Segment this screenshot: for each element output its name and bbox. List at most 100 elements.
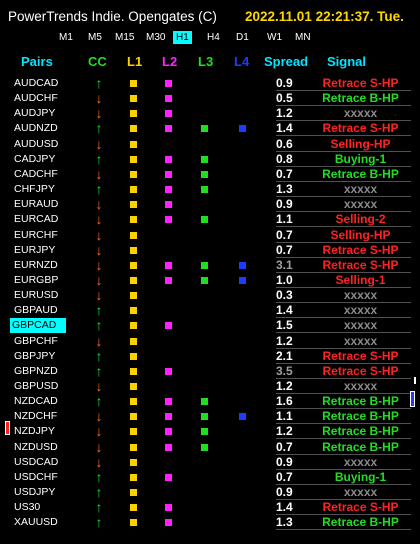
pair-label[interactable]: GBPCHF bbox=[14, 334, 64, 349]
l3-square-icon bbox=[201, 216, 208, 224]
left-scroll-marker[interactable] bbox=[5, 421, 10, 435]
right-scroll-marker[interactable] bbox=[410, 391, 415, 407]
spread-value: 1.4 bbox=[276, 500, 293, 515]
pair-label[interactable]: AUDUSD bbox=[14, 137, 64, 152]
spread-value: 0.9 bbox=[276, 485, 293, 500]
pair-label[interactable]: XAUUSD bbox=[14, 515, 64, 530]
arrow-up-icon: ↑ bbox=[95, 347, 103, 364]
pair-label[interactable]: GBPNZD bbox=[14, 364, 64, 379]
pair-label[interactable]: USDCHF bbox=[14, 470, 64, 485]
pair-label[interactable]: EURCAD bbox=[14, 212, 64, 227]
signal-text: Selling-1 bbox=[335, 272, 386, 287]
l2-square-icon bbox=[165, 95, 172, 103]
l1-square-icon bbox=[130, 443, 137, 451]
column-header-l4: L4 bbox=[234, 54, 250, 69]
l4-square-icon bbox=[239, 261, 246, 269]
pair-label[interactable]: US30 bbox=[14, 500, 64, 515]
timeframe-mn[interactable]: MN bbox=[292, 31, 314, 44]
signal-text: Selling-2 bbox=[335, 212, 386, 227]
pair-label[interactable]: NZDUSD bbox=[14, 440, 64, 455]
table-row: AUDNZD ↑ 1.4 Retrace S-HP bbox=[0, 121, 420, 137]
signal-text: Retrace B-HP bbox=[322, 166, 399, 181]
pair-label[interactable]: GBPCAD bbox=[10, 318, 66, 334]
timeframe-m30[interactable]: M30 bbox=[143, 31, 168, 44]
l1-square-icon bbox=[130, 504, 137, 512]
pair-label[interactable]: EURNZD bbox=[14, 258, 64, 273]
pair-label[interactable]: USDJPY bbox=[14, 485, 64, 500]
pair-label[interactable]: EURJPY bbox=[14, 243, 64, 258]
timeframe-d1[interactable]: D1 bbox=[233, 31, 252, 44]
l3-square-icon bbox=[201, 443, 208, 451]
arrow-up-icon: ↑ bbox=[95, 302, 103, 319]
table-row: AUDUSD ↓ 0.6 Selling-HP bbox=[0, 135, 420, 152]
table-row: EURCHF ↓ 0.7 Selling-HP bbox=[0, 227, 420, 243]
l4-square-icon bbox=[239, 276, 246, 284]
spread-value: 0.7 bbox=[276, 166, 293, 181]
table-row: NZDCHF ↓ 1.1 Retrace B-HP bbox=[0, 408, 420, 425]
pair-label[interactable]: CHFJPY bbox=[14, 182, 64, 197]
spread-value: 0.5 bbox=[276, 91, 293, 106]
signal-text: Retrace B-HP bbox=[322, 91, 399, 106]
signal-text: Buying-1 bbox=[334, 469, 387, 484]
l1-square-icon bbox=[130, 292, 137, 300]
l2-square-icon bbox=[165, 276, 172, 284]
arrow-down-icon: ↓ bbox=[95, 135, 103, 152]
signal-text: xxxxx bbox=[343, 318, 378, 333]
table-row: GBPUSD ↓ 1.2 xxxxx bbox=[0, 379, 420, 394]
timeframe-w1[interactable]: W1 bbox=[264, 31, 285, 44]
pair-label[interactable]: USDCAD bbox=[14, 455, 64, 470]
pair-label[interactable]: AUDNZD bbox=[14, 121, 64, 136]
pair-label[interactable]: GBPJPY bbox=[14, 349, 64, 364]
pair-label[interactable]: GBPUSD bbox=[14, 379, 64, 394]
table-row: AUDCHF ↓ 0.5 Retrace B-HP bbox=[0, 90, 420, 107]
spread-value: 0.6 bbox=[276, 136, 293, 151]
spread-value: 2.1 bbox=[276, 348, 293, 363]
spread-value: 3.1 bbox=[276, 257, 293, 272]
pair-label[interactable]: NZDCAD bbox=[14, 394, 64, 409]
pair-label[interactable]: CADCHF bbox=[14, 167, 64, 182]
l2-square-icon bbox=[165, 261, 172, 269]
l1-square-icon bbox=[130, 125, 137, 133]
pair-label[interactable]: CADJPY bbox=[14, 152, 64, 167]
pair-label[interactable]: EURUSD bbox=[14, 288, 64, 303]
timeframe-m5[interactable]: M5 bbox=[85, 31, 105, 44]
timeframe-h1[interactable]: H1 bbox=[173, 31, 192, 44]
timeframe-m1[interactable]: M1 bbox=[56, 31, 76, 44]
column-header-signal: Signal bbox=[327, 54, 367, 69]
l3-square-icon bbox=[201, 125, 208, 133]
pair-label[interactable]: AUDCHF bbox=[14, 91, 64, 106]
arrow-down-icon: ↓ bbox=[95, 90, 103, 107]
l1-square-icon bbox=[130, 231, 137, 239]
l2-square-icon bbox=[165, 322, 172, 330]
pair-label[interactable]: EURCHF bbox=[14, 228, 64, 243]
arrow-up-icon: ↑ bbox=[95, 468, 103, 485]
table-row: USDCAD ↓ 0.9 xxxxx bbox=[0, 453, 420, 470]
l1-square-icon bbox=[130, 458, 137, 466]
pair-label[interactable]: NZDCHF bbox=[14, 409, 64, 424]
l1-square-icon bbox=[130, 398, 137, 406]
signal-text: Retrace S-HP bbox=[322, 76, 399, 90]
pair-label[interactable]: AUDCAD bbox=[14, 76, 64, 91]
spread-value: 1.3 bbox=[276, 515, 293, 530]
pair-label[interactable]: EURAUD bbox=[14, 197, 64, 212]
timeframe-h4[interactable]: H4 bbox=[204, 31, 223, 44]
arrow-down-icon: ↓ bbox=[95, 438, 103, 455]
arrow-down-icon: ↓ bbox=[95, 408, 103, 425]
table-row: US30 ↑ 1.4 Retrace S-HP bbox=[0, 500, 420, 516]
spread-value: 1.1 bbox=[276, 212, 293, 227]
pair-label[interactable]: NZDJPY bbox=[14, 424, 64, 439]
pair-label[interactable]: EURGBP bbox=[14, 273, 64, 288]
l1-square-icon bbox=[130, 216, 137, 224]
timeframe-m15[interactable]: M15 bbox=[112, 31, 137, 44]
l2-square-icon bbox=[165, 80, 172, 87]
pair-label[interactable]: GBPAUD bbox=[14, 303, 64, 318]
table-row: EURGBP ↓ 1.0 Selling-1 bbox=[0, 272, 420, 288]
pair-label[interactable]: AUDJPY bbox=[14, 106, 64, 121]
spread-value: 0.7 bbox=[276, 242, 293, 257]
arrow-down-icon: ↓ bbox=[95, 453, 103, 470]
spread-value: 1.2 bbox=[276, 424, 293, 439]
l2-square-icon bbox=[165, 110, 172, 118]
signal-text: Retrace B-HP bbox=[322, 409, 399, 424]
l3-square-icon bbox=[201, 261, 208, 269]
l1-square-icon bbox=[130, 155, 137, 163]
